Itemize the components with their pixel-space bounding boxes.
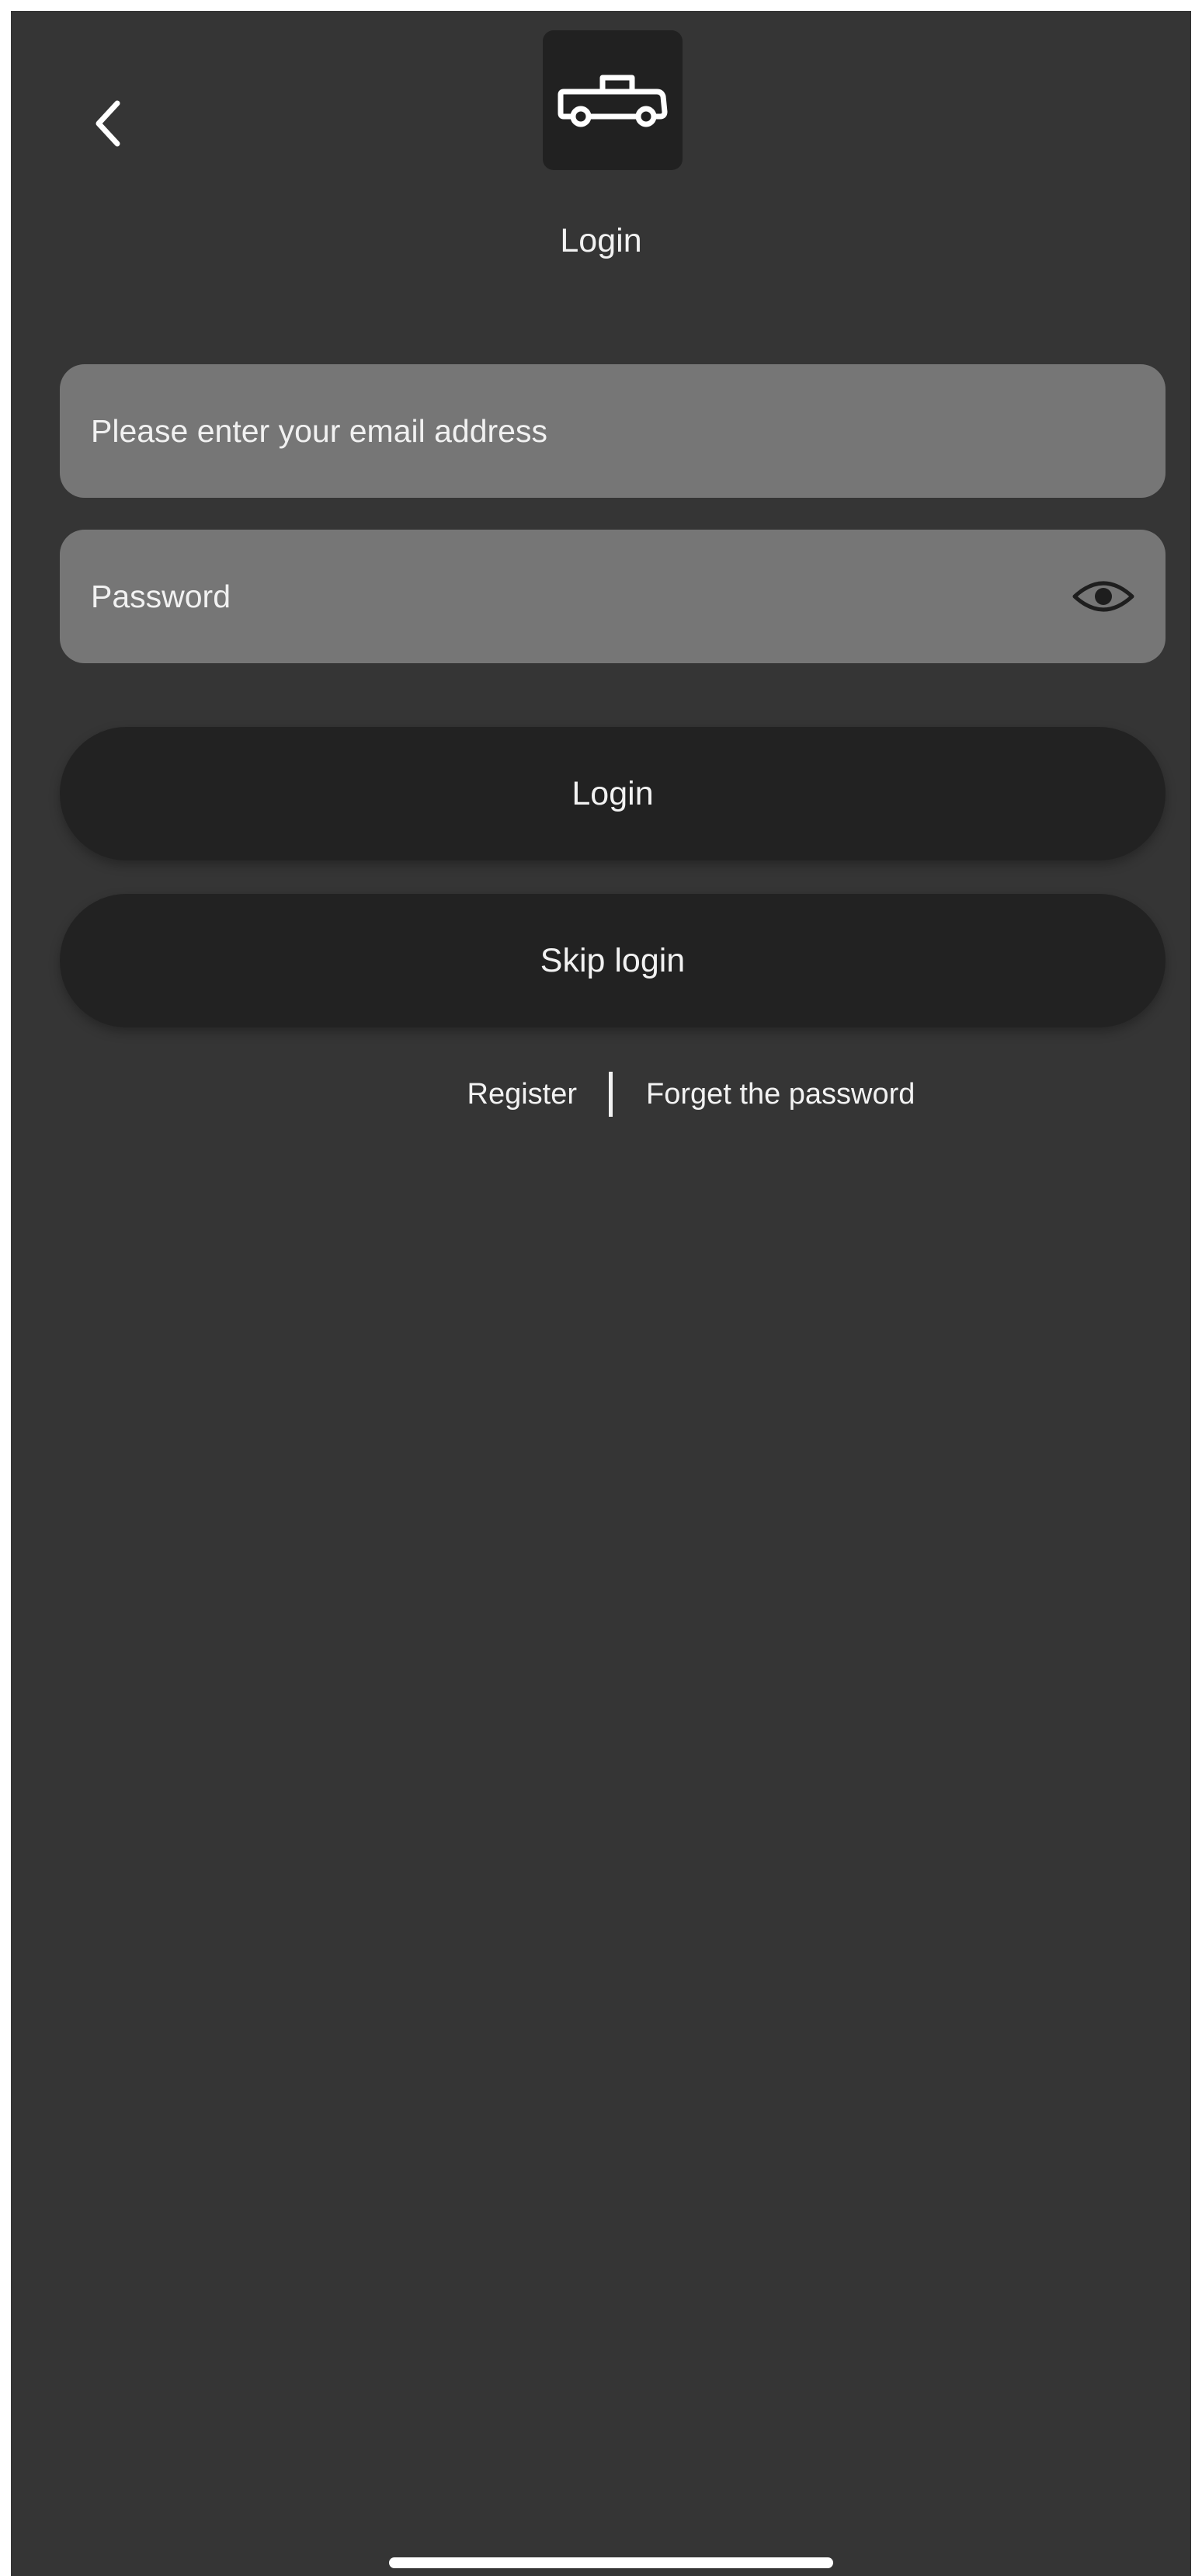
register-link[interactable]: Register: [467, 1067, 578, 1121]
login-button[interactable]: Login: [60, 727, 1166, 860]
email-field[interactable]: [60, 364, 1166, 498]
show-password-toggle[interactable]: [1065, 558, 1142, 635]
eye-icon: [1072, 581, 1134, 612]
skip-login-button[interactable]: Skip login: [60, 894, 1166, 1027]
password-input[interactable]: [91, 578, 1065, 615]
home-indicator: [389, 2557, 833, 2568]
page-title: Login: [560, 222, 642, 259]
email-input[interactable]: [91, 412, 1134, 450]
forgot-password-link[interactable]: Forget the password: [646, 1067, 915, 1121]
pickup-truck-icon: [558, 75, 668, 127]
chevron-left-icon: [96, 100, 120, 147]
link-divider: [609, 1072, 613, 1117]
login-screen: Login Login Skip login Register Forget t…: [11, 11, 1191, 2576]
app-logo: [543, 30, 683, 170]
password-field[interactable]: [60, 530, 1166, 663]
back-button[interactable]: [73, 89, 143, 158]
auth-links: Register Forget the password: [11, 1067, 1191, 1121]
